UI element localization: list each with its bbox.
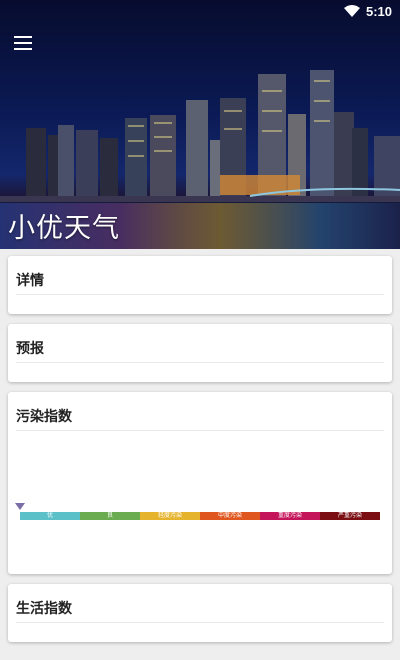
life-index-card-title: 生活指数	[16, 601, 72, 617]
app-title: 小优天气	[8, 213, 120, 244]
details-divider	[16, 294, 384, 295]
forecast-divider	[16, 362, 384, 363]
aqi-level-good: 良	[80, 512, 140, 520]
life-index-card[interactable]: 生活指数	[8, 584, 392, 642]
aqi-level-moderate: 中度污染	[200, 512, 260, 520]
menu-icon[interactable]	[14, 36, 32, 50]
pollution-card[interactable]: 污染指数 优 良 轻度污染 中度污染 重度污染 严重污染	[8, 392, 392, 574]
life-index-divider	[16, 622, 384, 623]
aqi-level-heavy: 重度污染	[260, 512, 320, 520]
status-time: 5:10	[365, 4, 392, 19]
status-bar: 5:10	[0, 0, 400, 24]
pollution-divider	[16, 430, 384, 431]
aqi-scale: 优 良 轻度污染 中度污染 重度污染 严重污染	[20, 512, 380, 520]
wifi-icon	[344, 5, 360, 17]
aqi-level-severe: 严重污染	[320, 512, 380, 520]
header-image: 5:10 小优天气	[0, 0, 400, 249]
forecast-card-title: 预报	[16, 341, 44, 357]
details-card-title: 详情	[16, 273, 44, 289]
aqi-level-light: 轻度污染	[140, 512, 200, 520]
forecast-card[interactable]: 预报	[8, 324, 392, 382]
pollution-card-title: 污染指数	[16, 409, 72, 425]
aqi-pointer-icon	[15, 503, 25, 510]
aqi-level-excellent: 优	[20, 512, 80, 520]
details-card[interactable]: 详情	[8, 256, 392, 314]
